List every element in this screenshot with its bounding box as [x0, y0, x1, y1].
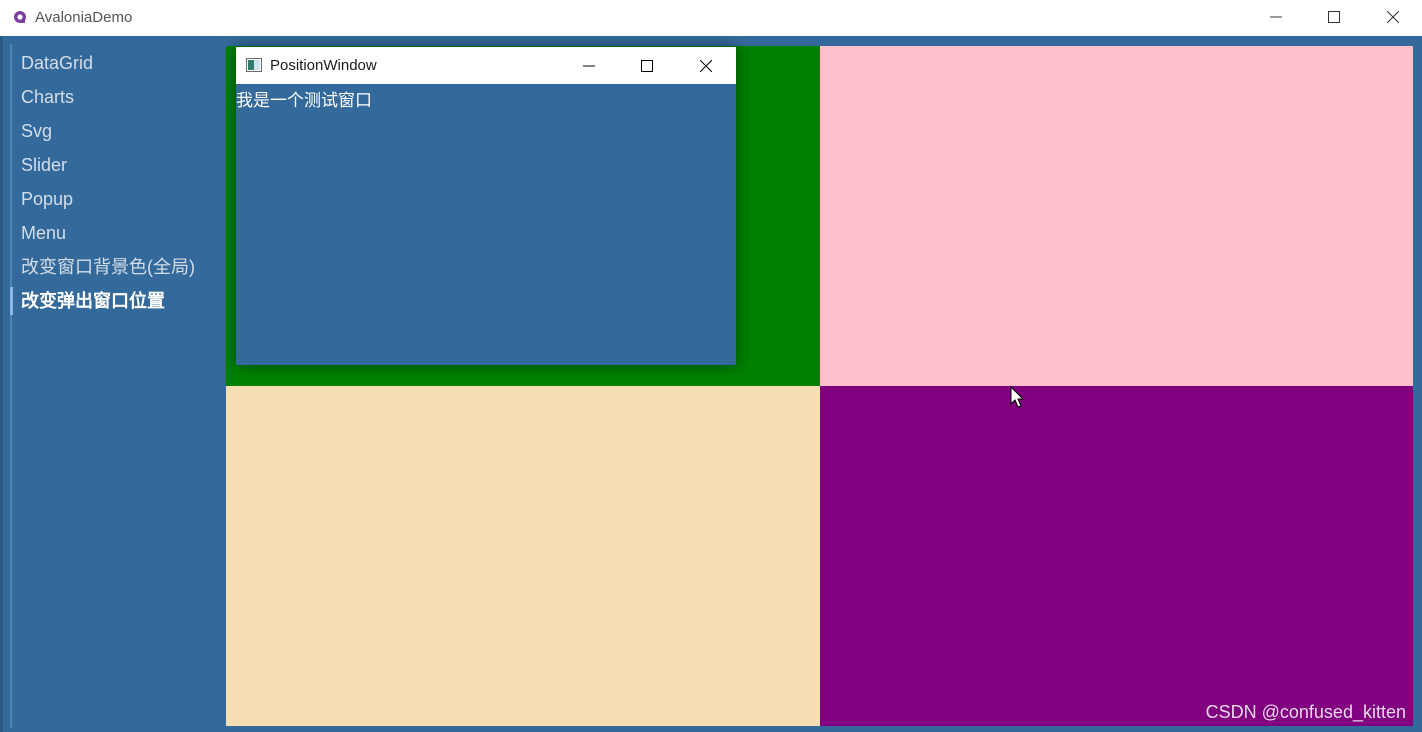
quadrant-bottom-left — [226, 386, 820, 726]
sidebar-item-menu[interactable]: Menu — [10, 218, 216, 248]
quadrant-top-right — [820, 46, 1413, 386]
sidebar-rail — [10, 44, 12, 728]
popup-minimize-button[interactable] — [560, 47, 618, 84]
window-app-icon — [246, 58, 262, 72]
close-icon — [1387, 11, 1399, 23]
avalonia-logo-icon — [14, 11, 26, 23]
sidebar-item-label: Svg — [21, 121, 53, 141]
selected-indicator — [10, 287, 13, 315]
sidebar-item-svg[interactable]: Svg — [10, 116, 216, 146]
sidebar-item-change-bg[interactable]: 改变窗口背景色(全局) — [10, 252, 216, 282]
maximize-icon — [1328, 11, 1340, 23]
sidebar-nav: DataGrid Charts Svg Slider Popup Menu 改变… — [10, 44, 216, 728]
sidebar-item-charts[interactable]: Charts — [10, 82, 216, 112]
minimize-button[interactable] — [1247, 0, 1305, 34]
popup-body-text: 我是一个测试窗口 — [236, 91, 372, 110]
close-icon — [700, 59, 712, 72]
main-title-bar: AvaloniaDemo — [0, 0, 1422, 36]
popup-title-bar[interactable]: PositionWindow — [236, 47, 736, 84]
close-button[interactable] — [1364, 0, 1422, 34]
sidebar-item-label: Slider — [21, 155, 68, 175]
sidebar-item-label: DataGrid — [21, 53, 94, 73]
watermark-text: CSDN @confused_kitten — [1205, 702, 1406, 722]
sidebar-item-label: Popup — [21, 189, 74, 209]
popup-window-title: PositionWindow — [270, 57, 377, 74]
maximize-button[interactable] — [1305, 0, 1363, 34]
sidebar-item-label: Charts — [21, 87, 75, 107]
minimize-icon — [1270, 16, 1282, 18]
quadrant-bottom-right — [820, 386, 1413, 726]
popup-maximize-button[interactable] — [618, 47, 676, 84]
sidebar-item-datagrid[interactable]: DataGrid — [10, 48, 216, 78]
maximize-icon — [641, 59, 653, 72]
mouse-cursor-icon — [1010, 386, 1025, 408]
sidebar-item-popup[interactable]: Popup — [10, 184, 216, 214]
sidebar-item-label: Menu — [21, 223, 67, 243]
window-title: AvaloniaDemo — [35, 9, 133, 26]
sidebar-item-slider[interactable]: Slider — [10, 150, 216, 180]
minimize-icon — [583, 65, 595, 66]
popup-close-button[interactable] — [677, 47, 735, 84]
sidebar-item-label: 改变弹出窗口位置 — [21, 291, 165, 311]
sidebar-item-label: 改变窗口背景色(全局) — [21, 257, 195, 277]
window-left-edge — [0, 36, 3, 732]
position-window[interactable]: PositionWindow 我是一个测试窗口 — [236, 47, 736, 365]
sidebar-item-change-popup-position[interactable]: 改变弹出窗口位置 — [10, 286, 216, 316]
